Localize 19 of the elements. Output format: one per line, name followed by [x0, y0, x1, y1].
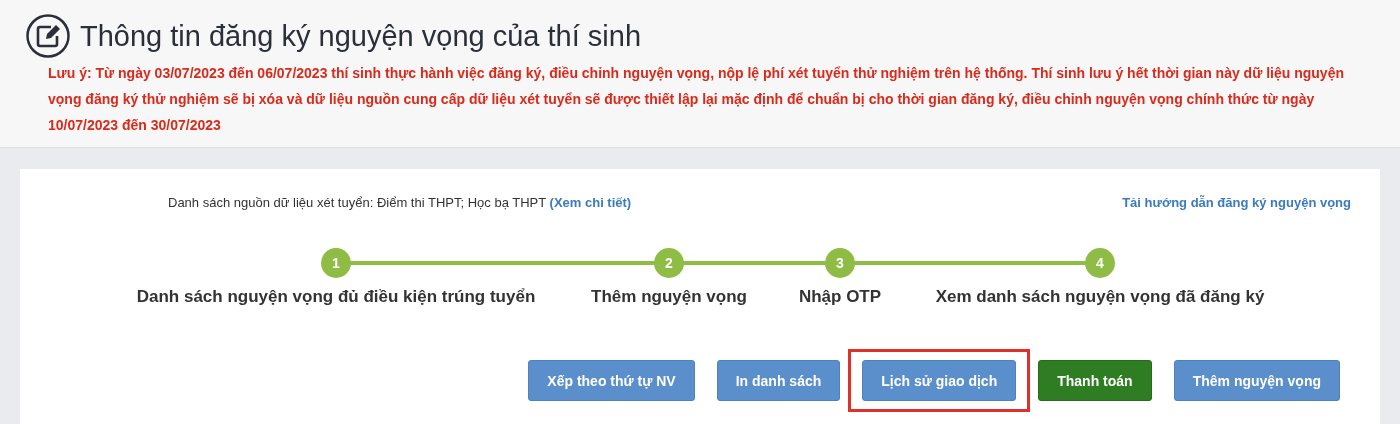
- step-number: 1: [321, 248, 351, 278]
- guide-download-link[interactable]: Tải hướng dẫn đăng ký nguyện vọng: [1122, 195, 1351, 210]
- notice-text: Lưu ý: Từ ngày 03/07/2023 đến 06/07/2023 thí sinh thực hành việc đăng ký, điều chỉnh nguyện vọng, nộp lệ phí xét tuyển thử nghiệm trên hệ thống. Thí sinh lưu ý hết thời gian này dữ liệu nguyện vọng đăng ký thử nghiệm sẽ bị xóa và dữ liệu nguồn cung cấp dữ liệu xét tuyển sẽ được thiết lập lại mặc định để chuẩn bị cho thời gian đăng ký, điều chỉnh nguyện vọng chính thức từ ngày 10/07/2023 đến 30/07/2023: [48, 64, 1345, 135]
- action-button[interactable]: In danh sách: [716, 360, 841, 401]
- step-number: 3: [825, 248, 855, 278]
- step-number: 2: [654, 248, 684, 278]
- action-button[interactable]: Lịch sử giao dịch: [862, 360, 1017, 401]
- action-button[interactable]: Thêm nguyện vọng: [1173, 360, 1340, 401]
- step-label: Xem danh sách nguyện vọng đã đăng ký: [935, 287, 1265, 307]
- pay-button[interactable]: Thanh toán: [1038, 360, 1152, 401]
- edit-icon: [26, 14, 70, 58]
- step-label: Nhập OTP: [798, 287, 882, 307]
- details-link[interactable]: (Xem chi tiết): [549, 195, 632, 210]
- action-button[interactable]: Xếp theo thứ tự NV: [528, 360, 695, 401]
- step-label: Danh sách nguyện vọng đủ điều kiện trúng tuyển: [136, 287, 536, 307]
- step-number: 4: [1085, 248, 1115, 278]
- step-label: Thêm nguyện vọng: [591, 287, 747, 307]
- page-title: Thông tin đăng ký nguyện vọng của thí sinh: [80, 19, 642, 53]
- sources-text: Danh sách nguồn dữ liệu xét tuyển: Điểm thi THPT; Học bạ THPT: [168, 195, 546, 210]
